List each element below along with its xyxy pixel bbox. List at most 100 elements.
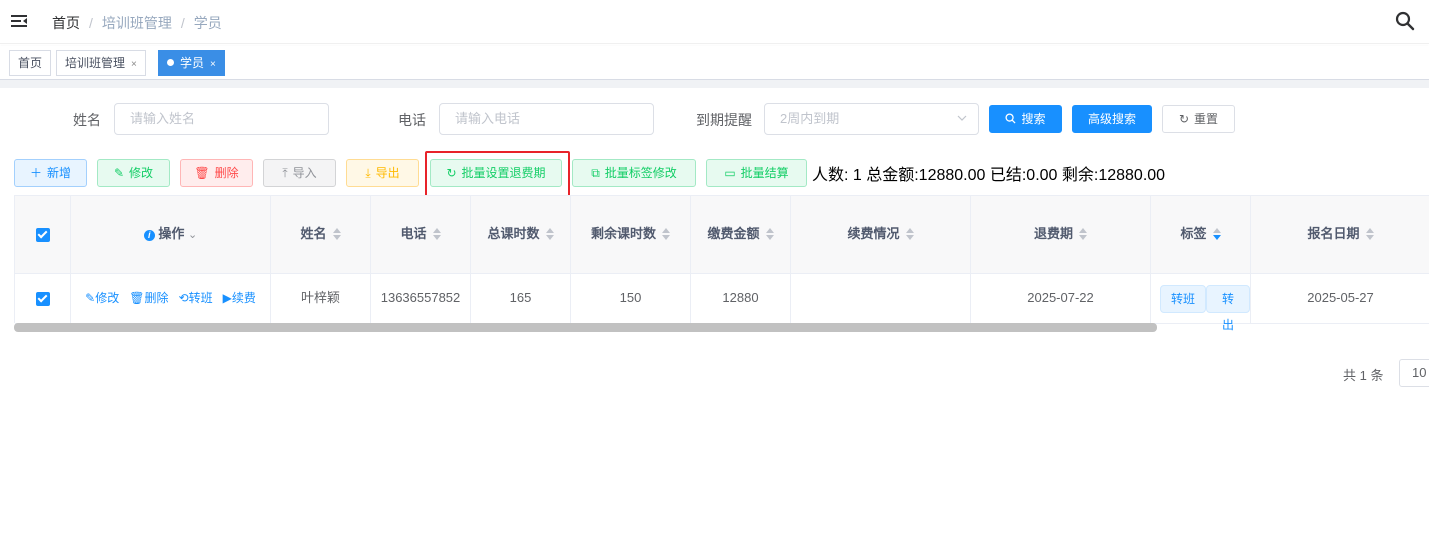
search-button-label: 搜索	[1021, 112, 1046, 126]
pagination-total: 共 1 条	[1343, 368, 1384, 383]
cell-phone: 13636557852	[371, 274, 471, 324]
tag-transfer-out[interactable]: 转出	[1206, 285, 1250, 332]
header-label: 总课时数	[487, 226, 540, 241]
phone-label: 电话	[398, 112, 426, 128]
header-refund-date[interactable]: 退费期	[971, 196, 1151, 274]
tab-students[interactable]: 学员 ×	[158, 50, 225, 76]
batch-tag-button[interactable]: ⧉ 批量标签修改	[572, 159, 696, 187]
page-size-select[interactable]: 10	[1399, 359, 1429, 387]
sort-icon[interactable]	[432, 228, 441, 240]
header-renewal[interactable]: 续费情况	[791, 196, 971, 274]
search-icon[interactable]	[1395, 11, 1415, 31]
copy-icon: ⧉	[591, 166, 600, 180]
cell-signup-date: 2025-05-27	[1251, 274, 1429, 324]
horizontal-scrollbar[interactable]	[14, 323, 1157, 332]
active-dot-icon	[167, 59, 174, 66]
highlight-box	[425, 151, 570, 198]
add-button[interactable]: ＋ 新增	[14, 159, 87, 187]
name-input[interactable]: 请输入姓名	[114, 103, 329, 135]
import-button[interactable]: ⤒ 导入	[263, 159, 336, 187]
summary-text: 人数: 1 总金额:12880.00 已结:0.00 剩余:12880.00	[812, 167, 1166, 184]
delete-button[interactable]: 🗑 删除	[180, 159, 253, 187]
header-label: 续费情况	[847, 226, 900, 241]
expiry-placeholder: 2周内到期	[780, 111, 840, 126]
tags-view: 首页 培训班管理 × 学员 ×	[0, 46, 1429, 80]
close-icon[interactable]: ×	[210, 59, 216, 70]
reset-label: 重置	[1194, 112, 1219, 126]
header-remaining-hours[interactable]: 剩余课时数	[571, 196, 691, 274]
row-transfer-label: 转班	[188, 291, 213, 305]
hamburger-icon[interactable]	[10, 12, 28, 30]
chevron-down-icon[interactable]: ⌄	[188, 229, 197, 241]
page-size-value: 10	[1412, 365, 1427, 380]
header-label: 缴费金额	[707, 226, 760, 241]
divider	[0, 80, 1429, 88]
row-delete-label: 删除	[144, 291, 169, 305]
header-amount[interactable]: 缴费金额	[691, 196, 791, 274]
header-label: 电话	[400, 226, 427, 241]
breadcrumb-home[interactable]: 首页	[52, 15, 80, 31]
header-name[interactable]: 姓名	[271, 196, 371, 274]
batch-tag-label: 批量标签修改	[604, 166, 677, 180]
edit-button[interactable]: ✎ 修改	[97, 159, 170, 187]
cell-tags: 转班 转出	[1151, 274, 1251, 332]
header-phone[interactable]: 电话	[371, 196, 471, 274]
download-icon: ⤓	[365, 166, 371, 180]
sort-icon[interactable]	[662, 228, 670, 240]
header-tags[interactable]: 标签	[1151, 196, 1251, 274]
row-transfer-link[interactable]: ⟲转班	[179, 291, 213, 305]
breadcrumb-training[interactable]: 培训班管理	[102, 15, 172, 31]
cell-name: 叶梓颖	[271, 274, 371, 324]
phone-input[interactable]: 请输入电话	[439, 103, 654, 135]
import-label: 导入	[292, 166, 317, 180]
sort-icon[interactable]	[1079, 228, 1087, 240]
sort-icon[interactable]	[332, 228, 341, 240]
header-label: 报名日期	[1307, 226, 1360, 241]
expiry-label: 到期提醒	[696, 112, 752, 128]
header-label: 退费期	[1033, 226, 1073, 241]
expiry-select[interactable]: 2周内到期	[764, 103, 979, 135]
delete-label: 删除	[214, 166, 239, 180]
students-table: i 操作 ⌄ 姓名 电话 总课时数 剩余课时数 缴费金额 续费情况 退费期 标签…	[14, 195, 1429, 332]
advanced-search-button[interactable]: 高级搜索	[1072, 105, 1152, 133]
sort-icon[interactable]	[1212, 228, 1221, 240]
header-label: 操作	[158, 226, 185, 241]
breadcrumb: 首页 / 培训班管理 / 学员	[52, 15, 222, 31]
row-edit-link[interactable]: ✎修改	[85, 291, 119, 305]
add-label: 新增	[47, 166, 72, 180]
header-total-hours[interactable]: 总课时数	[471, 196, 571, 274]
navbar: 首页 / 培训班管理 / 学员	[0, 0, 1429, 44]
header-label: 标签	[1180, 226, 1207, 241]
tab-label: 培训班管理	[65, 56, 126, 70]
tag-transfer-class[interactable]: 转班	[1160, 285, 1207, 313]
cell-total-hours: 165	[471, 274, 571, 324]
reset-button[interactable]: ↻ 重置	[1162, 105, 1235, 133]
header-label: 剩余课时数	[590, 226, 656, 241]
edit-label: 修改	[129, 166, 154, 180]
row-checkbox[interactable]	[35, 291, 50, 306]
select-all-checkbox[interactable]	[35, 227, 50, 242]
close-icon[interactable]: ×	[131, 59, 137, 70]
sort-icon[interactable]	[765, 228, 774, 240]
row-renew-link[interactable]: ▶续费	[223, 291, 256, 305]
cell-refund-date: 2025-07-22	[971, 274, 1151, 324]
sort-icon[interactable]	[1365, 228, 1374, 240]
card-icon: ▭	[724, 166, 736, 180]
search-button[interactable]: 搜索	[989, 105, 1062, 133]
row-actions: ✎修改 🗑删除 ⟲转班 ▶续费	[71, 274, 271, 324]
cell-amount: 12880	[691, 274, 791, 324]
row-delete-link[interactable]: 🗑删除	[129, 291, 168, 305]
tab-home[interactable]: 首页	[9, 50, 52, 76]
sort-icon[interactable]	[545, 228, 554, 240]
sort-icon[interactable]	[905, 228, 914, 240]
row-edit-label: 修改	[95, 291, 120, 305]
tab-training[interactable]: 培训班管理 ×	[56, 50, 146, 76]
header-signup-date[interactable]: 报名日期	[1251, 196, 1429, 274]
plus-icon: ＋	[29, 166, 42, 180]
row-select-cell	[15, 274, 71, 324]
breadcrumb-students: 学员	[193, 15, 222, 31]
name-label: 姓名	[73, 112, 101, 128]
select-all-cell	[15, 196, 71, 274]
export-button[interactable]: ⤓ 导出	[346, 159, 419, 187]
batch-settle-button[interactable]: ▭ 批量结算	[706, 159, 807, 187]
